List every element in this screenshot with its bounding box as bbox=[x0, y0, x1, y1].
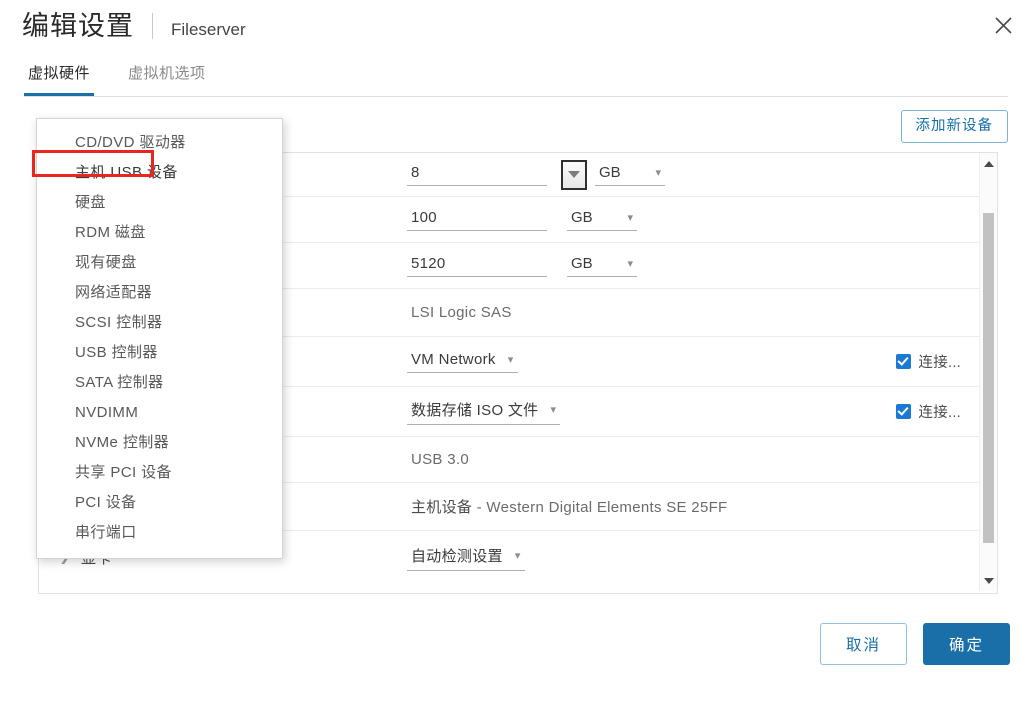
usb-controller-value: USB 3.0 bbox=[407, 451, 469, 468]
scroll-down-button[interactable] bbox=[980, 572, 997, 589]
network-connect-checkbox[interactable]: 连接... bbox=[896, 351, 961, 372]
menu-item-hard-disk[interactable]: 硬盘 bbox=[37, 188, 282, 218]
video-card-value: 自动检测设置 bbox=[411, 545, 503, 566]
arrow-up-icon bbox=[984, 161, 994, 167]
chevron-down-icon: ▾ bbox=[515, 551, 521, 562]
page-title: 编辑设置 bbox=[22, 8, 134, 44]
cancel-button[interactable]: 取消 bbox=[820, 623, 907, 665]
tab-virtual-hardware[interactable]: 虚拟硬件 bbox=[24, 60, 94, 96]
menu-item-serial-port[interactable]: 串行端口 bbox=[37, 518, 282, 548]
network-adapter-select[interactable]: VM Network ▾ bbox=[407, 350, 518, 373]
menu-item-shared-pci-device[interactable]: 共享 PCI 设备 bbox=[37, 458, 282, 488]
menu-item-pci-device[interactable]: PCI 设备 bbox=[37, 488, 282, 518]
close-button[interactable] bbox=[986, 8, 1020, 42]
memory-spinner-dropdown-button[interactable] bbox=[561, 160, 587, 190]
row-value: VM Network ▾ 连接... bbox=[407, 350, 979, 373]
tab-bar: 虚拟硬件 虚拟机选项 bbox=[0, 60, 1032, 100]
row-value: USB 3.0 bbox=[407, 451, 979, 468]
row-value: 数据存储 ISO 文件 ▾ 连接... bbox=[407, 398, 979, 425]
cddvd-media-value: 数据存储 ISO 文件 bbox=[411, 399, 538, 420]
chevron-down-icon: ▾ bbox=[627, 213, 633, 224]
menu-item-cd-dvd-drive[interactable]: CD/DVD 驱动器 bbox=[37, 128, 282, 158]
row-value: 100 GB ▾ bbox=[407, 208, 979, 231]
video-card-select[interactable]: 自动检测设置 ▾ bbox=[407, 544, 525, 571]
memory-value-input[interactable]: 8 bbox=[407, 163, 547, 186]
row-value: LSI Logic SAS bbox=[407, 304, 979, 321]
menu-item-scsi-controller[interactable]: SCSI 控制器 bbox=[37, 308, 282, 338]
disk1-unit-label: GB bbox=[571, 209, 593, 226]
memory-unit-select[interactable]: GB ▾ bbox=[595, 163, 665, 186]
menu-item-nvme-controller[interactable]: NVMe 控制器 bbox=[37, 428, 282, 458]
ok-button[interactable]: 确定 bbox=[923, 623, 1010, 665]
disk1-size-input[interactable]: 100 bbox=[407, 208, 547, 231]
cddvd-media-select[interactable]: 数据存储 ISO 文件 ▾ bbox=[407, 398, 560, 425]
menu-item-host-usb-device[interactable]: 主机 USB 设备 bbox=[37, 158, 282, 188]
disk2-unit-label: GB bbox=[571, 255, 593, 272]
checkbox-checked-icon bbox=[896, 354, 911, 369]
disk1-unit-select[interactable]: GB ▾ bbox=[567, 208, 637, 231]
arrow-down-icon bbox=[984, 578, 994, 584]
row-value: 自动检测设置 ▾ bbox=[407, 544, 979, 571]
chevron-down-icon bbox=[568, 171, 580, 178]
chevron-down-icon: ▾ bbox=[550, 405, 556, 416]
title-separator bbox=[152, 13, 153, 39]
footer-button-group: 取消 确定 bbox=[820, 623, 1010, 665]
dialog-header: 编辑设置 Fileserver bbox=[0, 0, 1032, 56]
chevron-down-icon: ▾ bbox=[508, 355, 514, 366]
tab-underline bbox=[24, 96, 1008, 97]
tab-vm-options[interactable]: 虚拟机选项 bbox=[124, 60, 210, 96]
title-row: 编辑设置 Fileserver bbox=[22, 8, 246, 45]
cddvd-connect-checkbox[interactable]: 连接... bbox=[896, 401, 961, 422]
usb-device-value-suffix: - Western Digital Elements SE 25FF bbox=[477, 499, 728, 516]
cddvd-connect-label: 连接... bbox=[918, 401, 961, 422]
scsi-controller-value: LSI Logic SAS bbox=[407, 304, 512, 321]
network-adapter-value: VM Network bbox=[411, 351, 496, 368]
vm-name-label: Fileserver bbox=[171, 15, 246, 45]
row-value: 主机设备 - Western Digital Elements SE 25FF bbox=[407, 496, 979, 517]
disk2-size-input[interactable]: 5120 bbox=[407, 254, 547, 277]
row-value: 5120 GB ▾ bbox=[407, 254, 979, 277]
row-value: 8 GB ▾ bbox=[407, 160, 979, 190]
chevron-down-icon: ▾ bbox=[655, 168, 661, 179]
close-icon bbox=[994, 16, 1013, 35]
scrollbar-thumb[interactable] bbox=[983, 213, 994, 543]
add-new-device-menu[interactable]: CD/DVD 驱动器 主机 USB 设备 硬盘 RDM 磁盘 现有硬盘 网络适配… bbox=[36, 118, 283, 559]
add-new-device-button[interactable]: 添加新设备 bbox=[901, 110, 1009, 143]
chevron-down-icon: ▾ bbox=[627, 259, 633, 270]
network-connect-label: 连接... bbox=[918, 351, 961, 372]
menu-item-network-adapter[interactable]: 网络适配器 bbox=[37, 278, 282, 308]
dialog-footer: 取消 确定 bbox=[0, 615, 1032, 701]
usb-device-value: 主机设备 - Western Digital Elements SE 25FF bbox=[407, 496, 728, 517]
disk2-unit-select[interactable]: GB ▾ bbox=[567, 254, 637, 277]
scroll-up-button[interactable] bbox=[980, 155, 997, 172]
menu-item-usb-controller[interactable]: USB 控制器 bbox=[37, 338, 282, 368]
vertical-scrollbar[interactable] bbox=[979, 153, 997, 591]
tab-strip: 虚拟硬件 虚拟机选项 bbox=[24, 60, 210, 96]
menu-item-sata-controller[interactable]: SATA 控制器 bbox=[37, 368, 282, 398]
checkbox-checked-icon bbox=[896, 404, 911, 419]
menu-item-existing-hard-disk[interactable]: 现有硬盘 bbox=[37, 248, 282, 278]
memory-unit-label: GB bbox=[599, 164, 621, 181]
menu-item-rdm-disk[interactable]: RDM 磁盘 bbox=[37, 218, 282, 248]
usb-device-value-prefix: 主机设备 bbox=[411, 499, 472, 516]
menu-item-nvdimm[interactable]: NVDIMM bbox=[37, 398, 282, 428]
